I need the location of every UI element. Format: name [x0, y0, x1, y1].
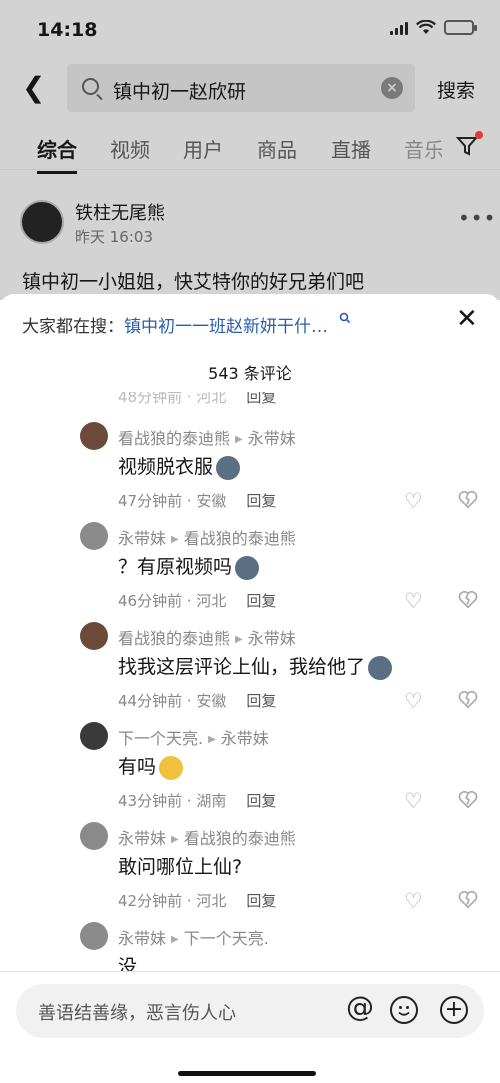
comment-item[interactable]: 永带妹 ▶ 看战狼的泰迪熊 ？有原视频吗 46分钟前 · 河北 回复 ♡ [0, 522, 500, 622]
comment-item[interactable]: 永带妹 ▶ 看战狼的泰迪熊 敢问哪位上仙? 42分钟前 · 河北 回复 ♡ [0, 822, 500, 922]
tab-goods[interactable]: 商品 [257, 134, 297, 163]
status-time: 14:18 [37, 19, 98, 41]
comment-partial: 48分钟前 · 河北 回复 [0, 392, 500, 416]
tab-bar: 综合 视频 用户 商品 直播 音乐 [0, 122, 500, 174]
avatar[interactable] [80, 822, 108, 850]
broken-heart-icon[interactable] [457, 588, 479, 610]
comment-item[interactable]: 看战狼的泰迪熊 ▶ 永带妹 视频脱衣服 47分钟前 · 安徽 回复 ♡ [0, 422, 500, 522]
comment-text: ？有原视频吗 [118, 552, 260, 580]
comment-meta: 43分钟前 · 湖南 回复 [118, 792, 277, 810]
more-icon[interactable]: ••• [458, 206, 496, 230]
battery-icon [444, 20, 477, 35]
comment-text: 视频脱衣服 [118, 452, 241, 480]
tab-video[interactable]: 视频 [110, 134, 150, 163]
avatar[interactable] [80, 422, 108, 450]
clear-icon[interactable]: × [381, 77, 403, 99]
plus-icon[interactable]: + [440, 996, 468, 1024]
comment-meta-partial: 48分钟前 · 河北 回复 [118, 392, 277, 406]
heart-icon[interactable]: ♡ [404, 889, 423, 913]
comment-author: 永带妹 ▶ 下一个天亮. [118, 929, 269, 948]
status-icons [390, 20, 477, 35]
post-avatar[interactable] [20, 200, 64, 244]
comment-item[interactable]: 永带妹 ▶ 下一个天亮. 没 [0, 922, 500, 977]
signal-icon [390, 21, 408, 35]
back-arrow-icon[interactable]: ❮ [22, 74, 45, 102]
search-bar: ❮ 镇中初一赵欣研 × 搜索 [0, 62, 500, 114]
post-text: 镇中初一小姐姐，快艾特你的好兄弟们吧 [22, 271, 365, 293]
comment-meta: 47分钟前 · 安徽 回复 [118, 492, 277, 510]
tab-music[interactable]: 音乐 [404, 134, 442, 163]
grin-emoji-icon [159, 755, 184, 780]
broken-heart-icon[interactable] [457, 688, 479, 710]
husky-emoji-icon [216, 455, 241, 480]
comment-author: 永带妹 ▶ 看战狼的泰迪熊 [118, 829, 296, 848]
mention-icon[interactable]: @ [346, 993, 374, 1021]
reply-button[interactable]: 回复 [246, 792, 276, 810]
comment-author: 看战狼的泰迪熊 ▶ 永带妹 [118, 429, 296, 448]
filter-icon[interactable] [455, 131, 483, 160]
husky-emoji-icon [368, 655, 393, 680]
reply-button[interactable]: 回复 [246, 892, 276, 910]
comment-meta: 44分钟前 · 安徽 回复 [118, 692, 277, 710]
heart-icon[interactable]: ♡ [404, 689, 423, 713]
comment-text: 找我这层评论上仙，我给他了 [118, 652, 393, 680]
comment-input[interactable]: 善语结善缘，恶言伤人心 @ + [16, 984, 484, 1038]
reply-button[interactable]: 回复 [246, 692, 276, 710]
trending-label: 大家都在搜： [22, 317, 124, 337]
search-input[interactable]: 镇中初一赵欣研 × [67, 64, 415, 112]
comment-author: 永带妹 ▶ 看战狼的泰迪熊 [118, 529, 296, 548]
heart-icon[interactable]: ♡ [404, 789, 423, 813]
broken-heart-icon[interactable] [457, 488, 479, 510]
comment-list[interactable]: 48分钟前 · 河北 回复 看战狼的泰迪熊 ▶ 永带妹 视频脱衣服 47分钟前 · 安… [0, 392, 500, 977]
comment-text: 敢问哪位上仙? [118, 856, 243, 878]
comment-count: 543 条评论 [208, 364, 292, 383]
post-time: 昨天 16:03 [75, 228, 153, 246]
emoji-icon[interactable] [390, 996, 418, 1024]
avatar[interactable] [80, 922, 108, 950]
tab-live[interactable]: 直播 [331, 134, 371, 163]
broken-heart-icon[interactable] [457, 788, 479, 810]
trending-link[interactable]: 镇中初一一班赵新妍干什… [124, 317, 328, 337]
status-bar: 14:18 [0, 0, 500, 58]
avatar[interactable] [80, 722, 108, 750]
notification-dot [475, 131, 483, 139]
tab-all[interactable]: 综合 [37, 134, 77, 174]
comment-sheet: 大家都在搜：镇中初一一班赵新妍干什… ✕ 543 条评论 48分钟前 · 河北回… [0, 294, 500, 1083]
comment-author: 看战狼的泰迪熊 ▶ 永带妹 [118, 629, 296, 648]
search-button[interactable]: 搜索 [437, 76, 475, 103]
trending-search[interactable]: 大家都在搜：镇中初一一班赵新妍干什… [22, 312, 351, 337]
heart-icon[interactable]: ♡ [404, 489, 423, 513]
comment-text: 有吗 [118, 752, 184, 780]
wifi-icon [416, 20, 436, 34]
broken-heart-icon[interactable] [457, 888, 479, 910]
close-icon[interactable]: ✕ [456, 306, 478, 332]
comment-input-bar: 善语结善缘，恶言伤人心 @ + [0, 971, 500, 1083]
husky-emoji-icon [235, 555, 260, 580]
comment-meta: 42分钟前 · 河北 回复 [118, 892, 277, 910]
comment-meta: 46分钟前 · 河北 回复 [118, 592, 277, 610]
post-author[interactable]: 铁柱无尾熊 [75, 199, 165, 225]
reply-button[interactable]: 回复 [246, 592, 276, 610]
search-query: 镇中初一赵欣研 [113, 81, 247, 103]
heart-icon[interactable]: ♡ [404, 589, 423, 613]
search-icon [340, 312, 351, 324]
comment-item[interactable]: 看战狼的泰迪熊 ▶ 永带妹 找我这层评论上仙，我给他了 44分钟前 · 安徽 回复 ♡ [0, 622, 500, 722]
search-icon [82, 78, 99, 95]
reply-button[interactable]: 回复 [246, 492, 276, 510]
home-indicator [178, 1071, 316, 1076]
avatar[interactable] [80, 622, 108, 650]
avatar[interactable] [80, 522, 108, 550]
input-placeholder: 善语结善缘，恶言伤人心 [38, 1003, 236, 1024]
comment-item[interactable]: 下一个天亮. ▶ 永带妹 有吗 43分钟前 · 湖南 回复 ♡ [0, 722, 500, 822]
tab-users[interactable]: 用户 [183, 134, 223, 163]
comment-author: 下一个天亮. ▶ 永带妹 [118, 729, 269, 748]
